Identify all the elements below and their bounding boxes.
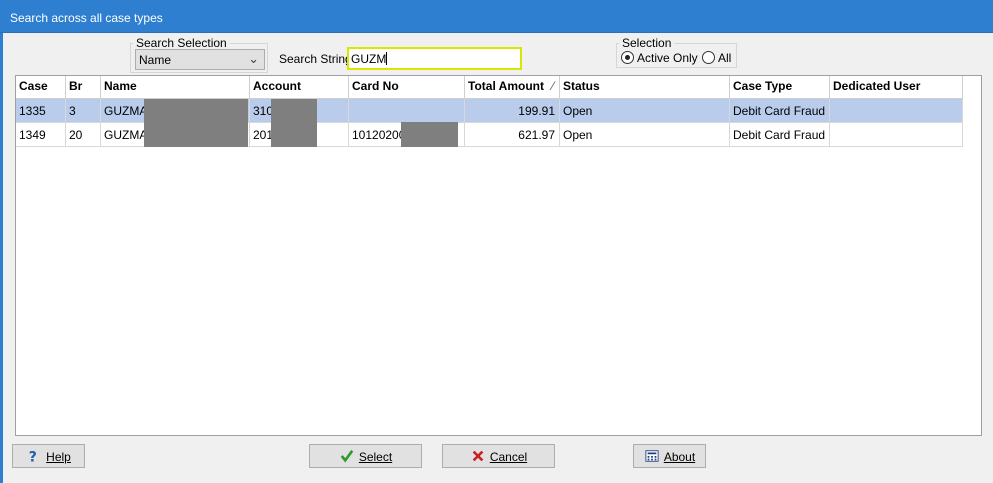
checkmark-icon bbox=[340, 449, 354, 463]
radio-all-indicator bbox=[702, 51, 715, 64]
column-header-name[interactable]: Name bbox=[101, 76, 250, 99]
redaction-block bbox=[144, 99, 248, 147]
calculator-icon bbox=[645, 450, 659, 462]
window-title: Search across all case types bbox=[10, 11, 163, 25]
cancel-button-label: Cancel bbox=[489, 450, 528, 464]
text-caret bbox=[386, 52, 388, 65]
svg-text:?: ? bbox=[29, 449, 37, 463]
cancel-button[interactable]: Cancel bbox=[442, 444, 555, 468]
cell-case-type: Debit Card Fraud bbox=[730, 99, 830, 123]
column-header-total-amount-label: Total Amount bbox=[468, 79, 544, 93]
column-header-dedicated-user[interactable]: Dedicated User bbox=[830, 76, 963, 99]
cell-br: 20 bbox=[66, 123, 101, 147]
radio-active-only-indicator bbox=[621, 51, 634, 64]
select-button-label: Select bbox=[358, 450, 393, 464]
search-selection-legend: Search Selection bbox=[136, 36, 227, 50]
cell-dedicated-user bbox=[830, 99, 963, 123]
window-left-border bbox=[0, 33, 3, 483]
search-string-value: GUZM bbox=[351, 52, 387, 66]
cell-status: Open bbox=[560, 123, 730, 147]
results-grid[interactable]: Case Br Name Account Card No Total Amoun… bbox=[15, 75, 982, 436]
cell-card-no bbox=[349, 99, 465, 123]
cell-total-amount: 621.97 bbox=[465, 123, 560, 147]
help-button[interactable]: ? Help bbox=[12, 444, 85, 468]
select-button[interactable]: Select bbox=[309, 444, 422, 468]
column-header-card-no[interactable]: Card No bbox=[349, 76, 465, 99]
column-header-br[interactable]: Br bbox=[66, 76, 101, 99]
question-mark-icon: ? bbox=[29, 449, 37, 463]
search-string-label: Search String bbox=[279, 52, 352, 66]
chevron-down-icon: ⌄ bbox=[248, 51, 259, 66]
cell-case: 1349 bbox=[16, 123, 66, 147]
selection-legend: Selection bbox=[622, 36, 672, 50]
help-button-label: Help bbox=[46, 450, 71, 464]
search-selection-dropdown[interactable]: Name ⌄ bbox=[135, 49, 265, 70]
about-button-label: About bbox=[663, 450, 696, 464]
about-button[interactable]: About bbox=[633, 444, 706, 468]
cell-total-amount: 199.91 bbox=[465, 99, 560, 123]
radio-selected-dot bbox=[625, 55, 630, 60]
cell-status: Open bbox=[560, 99, 730, 123]
cell-br: 3 bbox=[66, 99, 101, 123]
sort-ascending-icon: ⁄ bbox=[551, 79, 554, 93]
radio-all-label: All bbox=[718, 51, 732, 65]
column-header-case[interactable]: Case bbox=[16, 76, 66, 99]
cell-case-type: Debit Card Fraud bbox=[730, 123, 830, 147]
column-header-status[interactable]: Status bbox=[560, 76, 730, 99]
column-header-case-type[interactable]: Case Type bbox=[730, 76, 830, 99]
search-string-input[interactable]: GUZM bbox=[347, 47, 522, 70]
x-icon bbox=[472, 450, 484, 462]
redaction-block bbox=[271, 99, 317, 147]
cell-case: 1335 bbox=[16, 99, 66, 123]
search-selection-value: Name bbox=[139, 53, 172, 67]
title-bar[interactable]: Search across all case types bbox=[0, 0, 993, 33]
column-header-total-amount[interactable]: Total Amount ⁄ bbox=[465, 76, 560, 99]
cell-dedicated-user bbox=[830, 123, 963, 147]
radio-active-only-label: Active Only bbox=[637, 51, 698, 65]
column-header-account[interactable]: Account bbox=[250, 76, 349, 99]
redaction-block bbox=[401, 122, 458, 147]
